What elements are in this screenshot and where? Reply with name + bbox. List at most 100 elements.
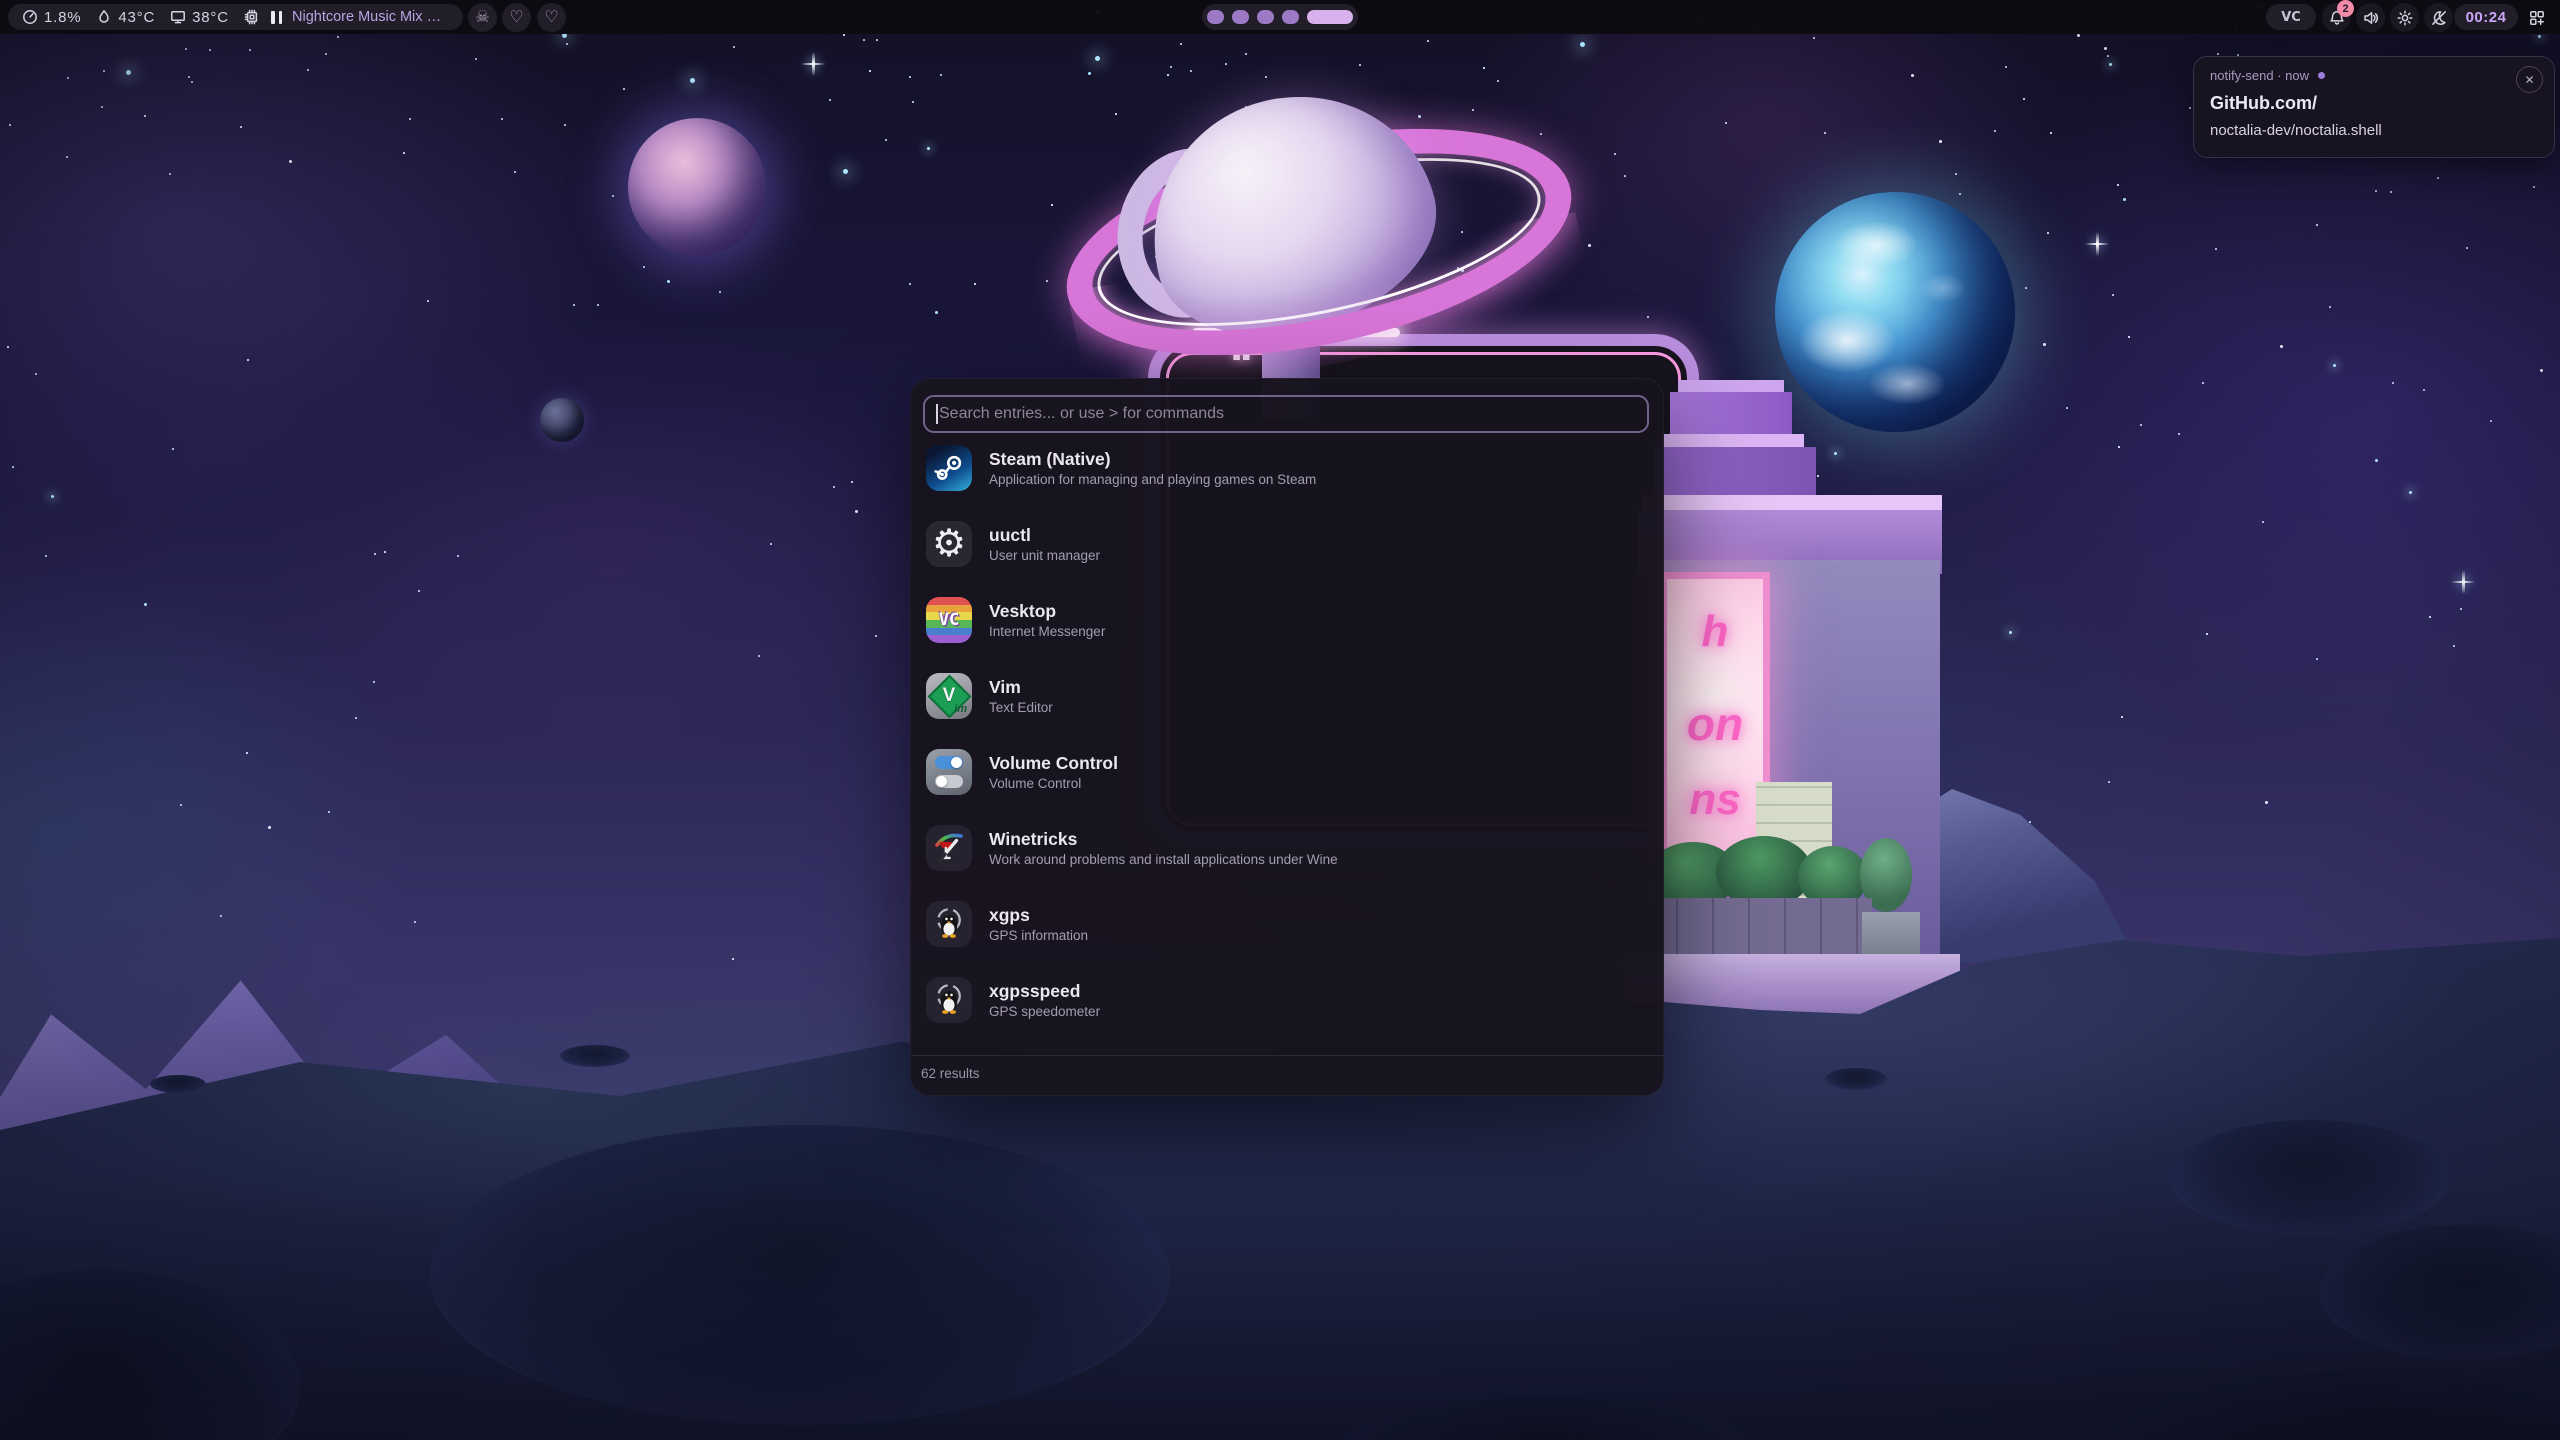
launcher-item-steam[interactable]: Steam (Native) Application for managing … [926,444,1648,492]
vesktop-tray-glyph: VC [2281,10,2301,25]
top-bar: 1.8% 43°C 38°C 9.7G Nightcore Music Mix … [0,0,2560,34]
cafe-building: h on ns [1630,520,1960,1020]
vesktop-glyph: VC [939,610,959,630]
building-step [1654,447,1816,495]
heart-button[interactable]: ♡ [502,3,531,32]
workspace-dot[interactable] [1282,10,1299,24]
launcher-item-vim[interactable]: V im Vim Text Editor [926,672,1648,720]
crater [2170,1120,2450,1235]
item-title: Vesktop [989,601,1105,622]
notification-card[interactable]: notify-send · now ✕ GitHub.com/ noctalia… [2193,56,2555,158]
results-count: 62 results [921,1066,980,1081]
item-text: Vesktop Internet Messenger [989,601,1105,640]
item-text: uuctl User unit manager [989,525,1100,564]
building-step [1678,380,1784,392]
small-dark-planet [540,398,584,442]
app-launcher: Steam (Native) Application for managing … [910,378,1664,1096]
earth-planet [1775,192,2015,432]
cpu-temperature: 43°C [96,9,155,26]
notification-body: noctalia-dev/noctalia.shell [2210,122,2382,139]
tray-icon-vesktop[interactable]: VC [2266,4,2316,30]
item-text: xgps GPS information [989,905,1088,944]
item-text: Vim Text Editor [989,677,1053,716]
notification-count-badge: 2 [2337,0,2354,17]
launcher-item-xgpsspeed[interactable]: xgpsspeed GPS speedometer [926,976,1648,1024]
cpu-temperature-value: 43°C [118,9,155,26]
item-description: Application for managing and playing gam… [989,471,1316,488]
crater [430,1125,1170,1425]
heart-button[interactable]: ♡ [537,3,566,32]
gpu-temperature-value: 38°C [192,9,229,26]
item-description: GPS information [989,927,1088,944]
speaker-icon [2363,10,2379,26]
vim-sub: im [954,703,967,715]
brick-planter [1642,898,1872,956]
search-input[interactable] [923,395,1649,433]
notification-close-button[interactable]: ✕ [2516,66,2543,93]
pause-icon[interactable] [271,11,282,24]
item-description: Text Editor [989,699,1053,716]
close-icon: ✕ [2524,73,2534,87]
building-step [1642,495,1942,510]
gear-icon: ⚙ [926,521,972,567]
launcher-item-winetricks[interactable]: Winetricks Work around problems and inst… [926,824,1648,872]
workspace-dot[interactable] [1232,10,1249,24]
item-title: xgps [989,905,1088,926]
clock-time: 00:24 [2466,9,2507,26]
neon-letter: ns [1667,775,1763,825]
building-step [1670,392,1792,434]
workspace-active-pill[interactable] [1307,10,1353,24]
item-text: Winetricks Work around problems and inst… [989,829,1338,868]
unread-dot [2318,72,2325,79]
item-title: Volume Control [989,753,1118,774]
wine-glass-icon [926,825,972,871]
purple-planet [628,118,766,256]
cpu-usage-value: 1.8% [44,9,81,26]
tux-penguin-icon [926,977,972,1023]
workspace-indicator[interactable] [1202,4,1358,30]
item-title: Steam (Native) [989,449,1316,470]
brightness-button[interactable] [2390,3,2419,32]
flame-icon [96,9,112,25]
footer-divider [911,1055,1663,1056]
vim-icon: V im [926,673,972,719]
volume-button[interactable] [2356,3,2385,32]
launcher-item-uuctl[interactable]: ⚙ uuctl User unit manager [926,520,1648,568]
launcher-item-volume-control[interactable]: Volume Control Volume Control [926,748,1648,796]
sparkle-star [812,52,815,76]
building-step [1662,434,1804,447]
skull-icon: ☠ [475,10,489,26]
workspace-dot[interactable] [1207,10,1224,24]
heart-icon: ♡ [544,10,558,26]
text-caret [936,404,938,424]
slider-bottom [935,775,963,788]
launcher-item-vesktop[interactable]: VC Vesktop Internet Messenger [926,596,1648,644]
crater [560,1045,630,1067]
media-player-widget[interactable]: Nightcore Music Mix 20... [257,4,463,30]
launcher-item-xgps[interactable]: xgps GPS information [926,900,1648,948]
workspace-dot[interactable] [1257,10,1274,24]
item-description: Volume Control [989,775,1118,792]
item-text: Volume Control Volume Control [989,753,1118,792]
neon-letter: on [1667,697,1763,751]
item-title: xgpsspeed [989,981,1100,1002]
sun-icon [2397,10,2413,26]
stone-planter [1862,912,1920,958]
grid-plus-icon [2529,10,2545,26]
skull-button[interactable]: ☠ [468,3,497,32]
notification-title: GitHub.com/ [2210,93,2317,114]
notification-app-and-time: notify-send · now [2210,68,2309,83]
notification-header: notify-send · now [2210,68,2325,83]
item-description: Work around problems and install applica… [989,851,1338,868]
item-text: Steam (Native) Application for managing … [989,449,1316,488]
cpu-usage: 1.8% [22,9,81,26]
sparkle-star [2096,232,2099,256]
overview-button[interactable] [2522,3,2551,32]
night-mode-button[interactable] [2424,3,2453,32]
item-title: Vim [989,677,1053,698]
item-title: Winetricks [989,829,1338,850]
item-title: uuctl [989,525,1100,546]
clock-widget[interactable]: 00:24 [2454,4,2518,30]
gpu-temperature: 38°C [170,9,229,26]
results-list: Steam (Native) Application for managing … [926,444,1648,1052]
